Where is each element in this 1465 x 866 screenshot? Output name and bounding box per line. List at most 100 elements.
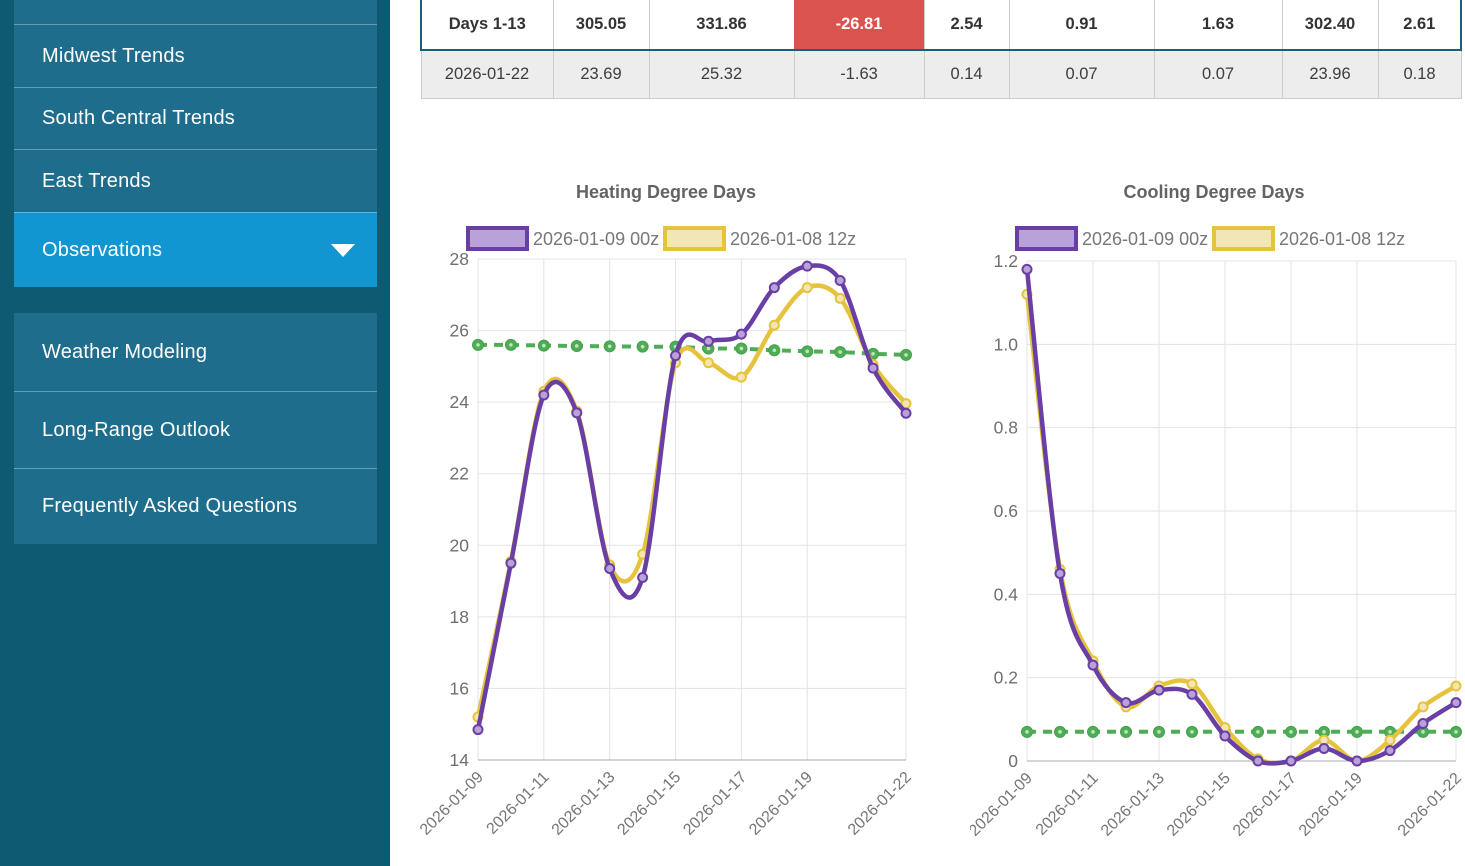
app-window: Mountain Trends Midwest Trends South Cen… bbox=[0, 0, 1465, 866]
series-marker bbox=[1023, 265, 1032, 274]
series-marker bbox=[770, 283, 779, 292]
legend-swatch bbox=[1214, 228, 1273, 249]
normal-marker-dot bbox=[608, 345, 612, 349]
x-axis-tick-label: 2026-01-09 bbox=[420, 769, 487, 839]
sidebar-item-faq[interactable]: Frequently Asked Questions bbox=[14, 468, 377, 544]
chart-title: Heating Degree Days bbox=[576, 182, 756, 202]
sidebar-item-label: East Trends bbox=[42, 170, 151, 193]
x-axis-tick-label: 2026-01-22 bbox=[1395, 770, 1465, 840]
sidebar-item-mountain-trends[interactable]: Mountain Trends bbox=[14, 0, 377, 24]
legend-label: 2026-01-08 12z bbox=[1279, 229, 1405, 249]
date-value: 25.32 bbox=[649, 50, 794, 99]
sidebar-menu-bottom: Weather Modeling Long-Range Outlook Freq… bbox=[14, 313, 377, 544]
series-marker bbox=[1122, 698, 1131, 707]
x-axis-tick-label: 2026-01-19 bbox=[1296, 770, 1366, 840]
series-line bbox=[1027, 269, 1456, 763]
y-axis-tick-label: 0.6 bbox=[994, 501, 1018, 521]
series-marker bbox=[572, 408, 581, 417]
y-axis-tick-label: 16 bbox=[450, 678, 469, 698]
date-value: 23.96 bbox=[1282, 50, 1378, 99]
normal-marker-dot bbox=[1322, 730, 1326, 734]
y-axis-tick-label: 0.8 bbox=[994, 418, 1018, 438]
series-marker bbox=[1056, 569, 1065, 578]
legend-swatch bbox=[468, 228, 527, 249]
summary-value-negative-highlight: -26.81 bbox=[794, 0, 924, 50]
summary-value: 0.91 bbox=[1009, 0, 1154, 50]
x-axis-tick-label: 2026-01-15 bbox=[1164, 770, 1234, 840]
series-marker bbox=[704, 358, 713, 367]
sidebar-item-east-trends[interactable]: East Trends bbox=[14, 149, 377, 212]
summary-row-label: Days 1-13 bbox=[421, 0, 553, 50]
series-marker bbox=[737, 373, 746, 382]
series-marker bbox=[1386, 746, 1395, 755]
sidebar-menu-top: Mountain Trends Midwest Trends South Cen… bbox=[14, 0, 377, 287]
sidebar-item-label: Mountain Trends bbox=[42, 0, 194, 5]
sidebar-item-label: Midwest Trends bbox=[42, 45, 185, 68]
sidebar-item-observations[interactable]: Observations bbox=[14, 212, 377, 287]
series-marker bbox=[902, 409, 911, 418]
series-marker bbox=[605, 564, 614, 573]
series-marker bbox=[1089, 661, 1098, 670]
degree-day-summary-table: Days 1-13 305.05 331.86 -26.81 2.54 0.91… bbox=[420, 0, 1462, 99]
series-marker bbox=[1254, 757, 1263, 766]
cooling-degree-days-chart: 00.20.40.60.81.01.22026-01-092026-01-112… bbox=[970, 160, 1465, 866]
x-axis-tick-label: 2026-01-11 bbox=[1033, 770, 1102, 839]
series-marker bbox=[1386, 736, 1395, 745]
series-marker bbox=[869, 364, 878, 373]
sidebar-item-label: Observations bbox=[42, 239, 162, 262]
normal-marker-dot bbox=[1454, 730, 1458, 734]
x-axis-tick-label: 2026-01-15 bbox=[614, 769, 684, 839]
normal-marker-dot bbox=[838, 350, 842, 354]
y-axis-tick-label: 1.2 bbox=[994, 251, 1018, 271]
x-axis-tick-label: 2026-01-11 bbox=[484, 769, 553, 838]
series-marker bbox=[704, 337, 713, 346]
series-marker bbox=[803, 283, 812, 292]
date-value: 23.69 bbox=[553, 50, 649, 99]
normal-marker-dot bbox=[1091, 730, 1095, 734]
normal-marker-dot bbox=[1025, 730, 1029, 734]
normal-marker-dot bbox=[542, 344, 546, 348]
heating-degree-days-chart: 14161820222426282026-01-092026-01-112026… bbox=[420, 160, 942, 866]
normal-marker-dot bbox=[740, 347, 744, 351]
series-marker bbox=[1452, 682, 1461, 691]
series-marker bbox=[1419, 702, 1428, 711]
series-marker bbox=[836, 276, 845, 285]
series-marker bbox=[836, 294, 845, 303]
normal-marker-dot bbox=[871, 352, 875, 356]
sidebar-item-label: Weather Modeling bbox=[42, 341, 207, 364]
sidebar-item-south-central-trends[interactable]: South Central Trends bbox=[14, 87, 377, 149]
normal-marker-dot bbox=[1388, 730, 1392, 734]
y-axis-tick-label: 14 bbox=[450, 750, 470, 770]
legend-label: 2026-01-08 12z bbox=[730, 229, 856, 249]
x-axis-tick-label: 2026-01-09 bbox=[970, 770, 1036, 840]
sidebar-item-midwest-trends[interactable]: Midwest Trends bbox=[14, 24, 377, 87]
series-marker bbox=[671, 351, 680, 360]
x-axis-tick-label: 2026-01-17 bbox=[680, 769, 750, 839]
y-axis-tick-label: 22 bbox=[450, 464, 469, 484]
date-value: 0.18 bbox=[1378, 50, 1461, 99]
y-axis-tick-label: 26 bbox=[450, 321, 469, 341]
series-marker bbox=[1353, 757, 1362, 766]
legend-swatch bbox=[1017, 228, 1076, 249]
sidebar-item-label: South Central Trends bbox=[42, 107, 235, 130]
x-axis-tick-label: 2026-01-22 bbox=[845, 769, 915, 839]
series-marker bbox=[1287, 757, 1296, 766]
normal-marker-dot bbox=[476, 343, 480, 347]
series-marker bbox=[474, 725, 483, 734]
date-value: 0.14 bbox=[924, 50, 1009, 99]
legend-swatch bbox=[665, 228, 724, 249]
series-line bbox=[478, 266, 906, 730]
series-marker bbox=[1221, 732, 1230, 741]
summary-value: 2.61 bbox=[1378, 0, 1461, 50]
normal-marker-dot bbox=[904, 353, 908, 357]
sidebar-item-long-range-outlook[interactable]: Long-Range Outlook bbox=[14, 391, 377, 468]
series-marker bbox=[1155, 686, 1164, 695]
series-marker bbox=[803, 262, 812, 271]
summary-value: 1.63 bbox=[1154, 0, 1282, 50]
normal-marker-dot bbox=[707, 347, 711, 351]
sidebar-item-label: Long-Range Outlook bbox=[42, 419, 230, 442]
sidebar-item-weather-modeling[interactable]: Weather Modeling bbox=[14, 313, 377, 391]
normal-marker-dot bbox=[1355, 730, 1359, 734]
series-marker bbox=[1419, 719, 1428, 728]
normal-marker-dot bbox=[1256, 730, 1260, 734]
